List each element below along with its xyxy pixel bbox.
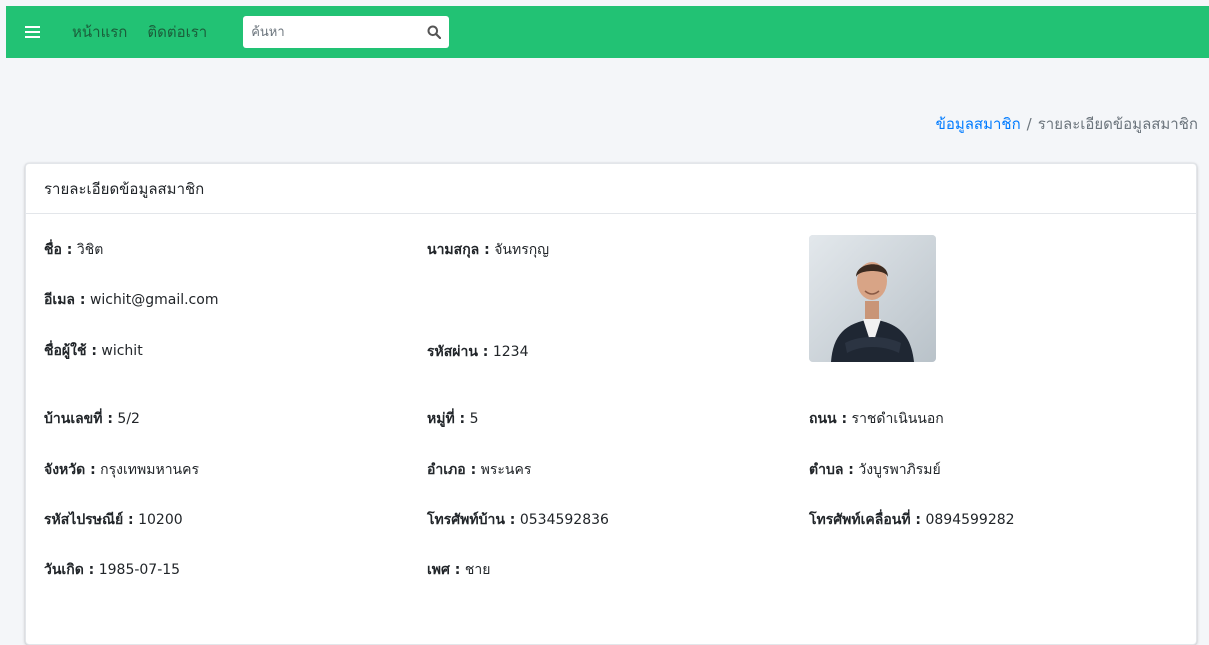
field-value: wichit@gmail.com <box>89 292 219 308</box>
field-value: wichit <box>101 343 143 359</box>
field-value: 10200 <box>138 512 183 528</box>
field-value: 5 <box>469 411 479 427</box>
field-value: ชาย <box>464 562 491 578</box>
person-photo-icon <box>809 235 936 362</box>
member-detail-card: รายละเอียดข้อมูลสมาชิก ชื่อ : วิชิต นามส… <box>25 163 1197 645</box>
field-district: อำเภอ : พระนคร <box>427 459 531 481</box>
field-village-no: หมู่ที่ : 5 <box>427 408 479 430</box>
field-mobile-phone: โทรศัพท์เคลื่อนที่ : 0894599282 <box>809 509 1015 531</box>
field-value: 5/2 <box>117 411 140 427</box>
field-gender: เพศ : ชาย <box>427 559 490 581</box>
field-label: รหัสไปรษณีย์ : <box>44 512 134 528</box>
field-home-phone: โทรศัพท์บ้าน : 0534592836 <box>427 509 609 531</box>
member-photo <box>809 235 936 362</box>
top-navbar: หน้าแรก ติดต่อเรา <box>6 6 1209 58</box>
field-email: อีเมล : wichit@gmail.com <box>44 289 218 311</box>
card-title: รายละเอียดข้อมูลสมาชิก <box>26 164 1196 214</box>
field-label: ชื่อผู้ใช้ : <box>44 343 97 359</box>
breadcrumb-separator: / <box>1026 115 1032 133</box>
nav-home-link[interactable]: หน้าแรก <box>72 20 127 44</box>
field-road: ถนน : ราชดำเนินนอก <box>809 408 944 430</box>
field-first-name: ชื่อ : วิชิต <box>44 239 103 261</box>
field-province: จังหวัด : กรุงเทพมหานคร <box>44 459 199 481</box>
field-birthdate: วันเกิด : 1985-07-15 <box>44 559 180 581</box>
field-value: 0894599282 <box>925 512 1015 528</box>
field-label: บ้านเลขที่ : <box>44 411 113 427</box>
field-label: รหัสผ่าน : <box>427 344 489 360</box>
field-value: จันทรกุญ <box>494 242 550 258</box>
field-label: นามสกุล : <box>427 242 490 258</box>
field-label: โทรศัพท์เคลื่อนที่ : <box>809 512 922 528</box>
search-box <box>243 16 450 48</box>
field-label: หมู่ที่ : <box>427 411 466 427</box>
field-label: จังหวัด : <box>44 462 96 478</box>
field-house-no: บ้านเลขที่ : 5/2 <box>44 408 140 430</box>
field-label: อำเภอ : <box>427 462 477 478</box>
field-label: ตำบล : <box>809 462 854 478</box>
nav-contact-link[interactable]: ติดต่อเรา <box>147 20 207 44</box>
field-value: 0534592836 <box>519 512 609 528</box>
breadcrumb-current: รายละเอียดข้อมูลสมาชิก <box>1037 115 1198 133</box>
field-last-name: นามสกุล : จันทรกุญ <box>427 239 549 261</box>
field-label: วันเกิด : <box>44 562 95 578</box>
field-label: อีเมล : <box>44 292 86 308</box>
field-value: 1234 <box>492 344 529 360</box>
field-label: ชื่อ : <box>44 242 73 258</box>
field-label: โทรศัพท์บ้าน : <box>427 512 516 528</box>
field-postcode: รหัสไปรษณีย์ : 10200 <box>44 509 183 531</box>
field-label: เพศ : <box>427 562 461 578</box>
search-button[interactable] <box>419 16 449 48</box>
field-subdistrict: ตำบล : วังบูรพาภิรมย์ <box>809 459 941 481</box>
field-username: ชื่อผู้ใช้ : wichit <box>44 340 143 362</box>
field-label: ถนน : <box>809 411 848 427</box>
field-value: วังบูรพาภิรมย์ <box>858 462 941 478</box>
search-input[interactable] <box>243 17 420 47</box>
field-password: รหัสผ่าน : 1234 <box>427 341 529 363</box>
field-value: ราชดำเนินนอก <box>851 411 944 427</box>
field-value: พระนคร <box>480 462 532 478</box>
breadcrumb: ข้อมูลสมาชิก / รายละเอียดข้อมูลสมาชิก <box>936 112 1198 136</box>
breadcrumb-parent-link[interactable]: ข้อมูลสมาชิก <box>936 115 1021 133</box>
field-value: กรุงเทพมหานคร <box>100 462 200 478</box>
hamburger-icon[interactable] <box>14 6 50 58</box>
field-value: วิชิต <box>76 242 104 258</box>
search-icon <box>427 25 442 39</box>
field-value: 1985-07-15 <box>98 562 181 578</box>
